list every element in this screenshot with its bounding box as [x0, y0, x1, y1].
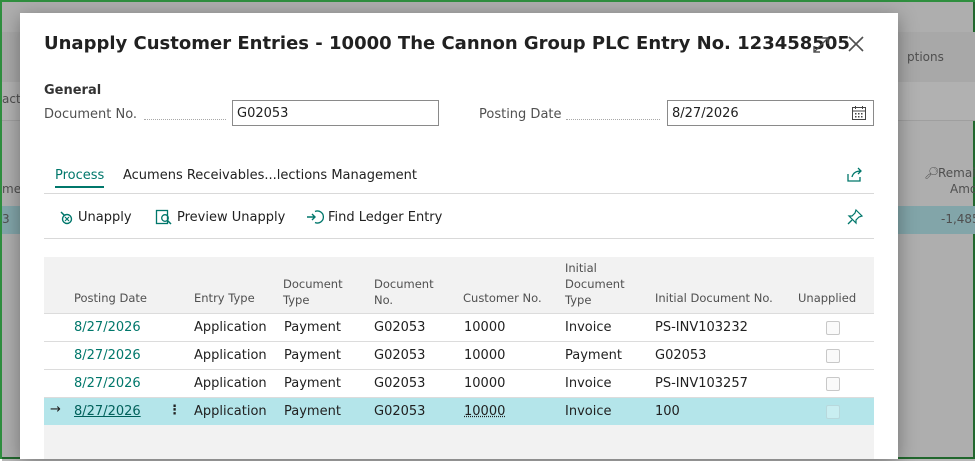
posting-date-value: 8/27/2026 [672, 106, 739, 121]
find-ledger-entry-button[interactable]: Find Ledger Entry [306, 209, 442, 225]
document-type-cell: Payment [284, 404, 341, 419]
expand-icon[interactable] [810, 34, 832, 56]
tab-acumens-receivables[interactable]: Acumens Receivables...lections Managemen… [123, 168, 417, 183]
close-icon[interactable] [845, 33, 867, 55]
entry-type-cell: Application [194, 404, 267, 419]
general-section-label: General [44, 83, 101, 98]
row-menu-icon[interactable]: ⋮ [168, 403, 181, 418]
initial-document-type-cell: Invoice [565, 320, 611, 335]
field-leader-dots [566, 119, 660, 120]
field-leader-dots [144, 119, 226, 120]
column-header-posting-date[interactable]: Posting Date [74, 290, 147, 306]
document-no-label: Document No. [44, 107, 137, 122]
initial-document-no-cell: PS-INV103257 [655, 376, 748, 391]
column-header-customer-no[interactable]: Customer No. [463, 290, 542, 306]
preview-icon [155, 209, 173, 225]
column-header-unapplied[interactable]: Unapplied [798, 290, 856, 306]
entries-grid: Posting Date Entry Type Document Type Do… [44, 257, 874, 459]
initial-document-no-cell: 100 [655, 404, 680, 419]
unapply-dialog: Unapply Customer Entries - 10000 The Can… [20, 13, 898, 459]
unapply-icon [58, 209, 74, 225]
calendar-icon[interactable] [851, 105, 867, 125]
posting-date-cell[interactable]: 8/27/2026 [74, 348, 141, 363]
customer-no-cell: 10000 [464, 348, 505, 363]
unapplied-checkbox[interactable] [826, 377, 840, 391]
find-ledger-entry-label: Find Ledger Entry [328, 210, 442, 225]
tab-divider [44, 193, 874, 194]
column-header-document-no[interactable]: Document No. [374, 276, 436, 308]
find-entry-icon [306, 209, 324, 225]
row-arrow-icon: → [50, 402, 61, 417]
document-type-cell: Payment [284, 320, 341, 335]
unapply-button[interactable]: Unapply [58, 209, 132, 225]
column-header-initial-document-type[interactable]: Initial Document Type [565, 260, 629, 308]
preview-unapply-label: Preview Unapply [177, 210, 285, 225]
preview-unapply-button[interactable]: Preview Unapply [155, 209, 285, 225]
table-row[interactable]: 8/27/2026 Application Payment G02053 100… [44, 369, 874, 397]
unapplied-checkbox[interactable] [826, 405, 840, 419]
column-header-entry-type[interactable]: Entry Type [194, 290, 255, 306]
posting-date-field[interactable]: 8/27/2026 [667, 100, 874, 126]
posting-date-cell[interactable]: 8/27/2026 [74, 376, 141, 391]
table-row-selected[interactable]: → 8/27/2026 ⋮ Application Payment G02053… [44, 397, 874, 425]
column-header-document-type[interactable]: Document Type [283, 276, 345, 308]
initial-document-type-cell: Payment [565, 348, 622, 363]
entry-type-cell: Application [194, 376, 267, 391]
entry-type-cell: Application [194, 348, 267, 363]
pin-icon[interactable] [845, 207, 867, 229]
action-divider [44, 238, 874, 239]
document-no-cell: G02053 [374, 320, 425, 335]
posting-date-label: Posting Date [479, 107, 562, 122]
initial-document-type-cell: Invoice [565, 376, 611, 391]
tab-process[interactable]: Process [55, 168, 104, 188]
dialog-title: Unapply Customer Entries - 10000 The Can… [44, 33, 850, 54]
customer-no-cell: 10000 [464, 376, 505, 391]
customer-no-cell[interactable]: 10000 [464, 404, 505, 419]
posting-date-cell[interactable]: 8/27/2026 [74, 320, 141, 335]
table-row[interactable]: 8/27/2026 Application Payment G02053 100… [44, 341, 874, 369]
document-no-cell: G02053 [374, 404, 425, 419]
table-row[interactable]: 8/27/2026 Application Payment G02053 100… [44, 313, 874, 341]
document-no-cell: G02053 [374, 348, 425, 363]
customer-no-cell: 10000 [464, 320, 505, 335]
document-type-cell: Payment [284, 348, 341, 363]
column-header-initial-document-no[interactable]: Initial Document No. [655, 290, 773, 306]
entry-type-cell: Application [194, 320, 267, 335]
unapplied-checkbox[interactable] [826, 321, 840, 335]
unapplied-checkbox[interactable] [826, 349, 840, 363]
initial-document-no-cell: PS-INV103232 [655, 320, 748, 335]
document-no-cell: G02053 [374, 376, 425, 391]
unapply-label: Unapply [78, 210, 132, 225]
initial-document-no-cell: G02053 [655, 348, 706, 363]
share-icon[interactable] [845, 165, 867, 187]
document-type-cell: Payment [284, 376, 341, 391]
initial-document-type-cell: Invoice [565, 404, 611, 419]
document-no-field[interactable]: G02053 [232, 100, 439, 126]
posting-date-cell[interactable]: 8/27/2026 [74, 404, 141, 419]
